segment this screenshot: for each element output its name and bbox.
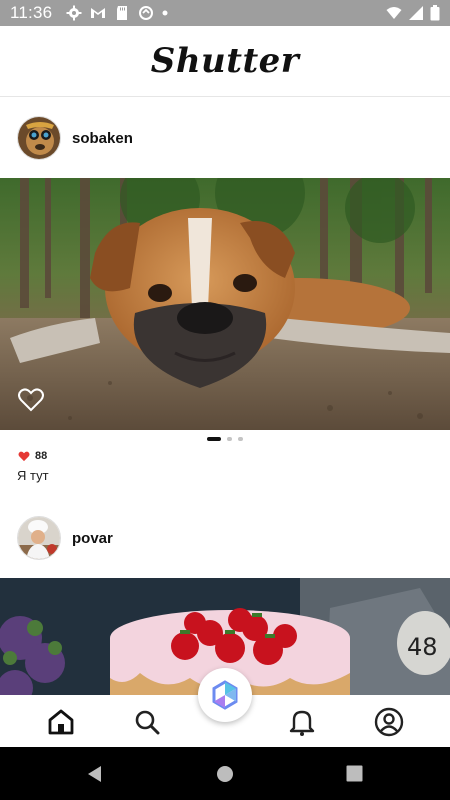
settings-icon (66, 5, 82, 21)
recents-icon[interactable] (346, 765, 363, 782)
post-header[interactable]: sobaken (0, 98, 450, 178)
post: povar 48 (0, 498, 450, 695)
heart-outline-icon[interactable] (18, 388, 44, 412)
post: sobaken 88 Я тут (0, 98, 450, 486)
avatar[interactable] (17, 116, 61, 160)
system-nav-bar (0, 747, 450, 800)
sd-card-icon (117, 6, 128, 20)
create-icon (212, 680, 238, 710)
carousel-dot[interactable] (227, 437, 232, 441)
nav-profile[interactable] (374, 707, 404, 737)
status-icons-right (386, 5, 440, 21)
status-icons-left (66, 5, 168, 21)
carousel-dot[interactable] (238, 437, 243, 441)
carousel-dots (0, 430, 450, 448)
search-icon (135, 710, 160, 735)
home-icon (48, 709, 74, 735)
signal-icon (409, 6, 423, 20)
post-username[interactable]: sobaken (72, 130, 133, 147)
boxer-dog-photo (0, 178, 450, 430)
notification-dot-icon (162, 10, 168, 16)
sync-icon (139, 6, 154, 20)
status-time: 11:36 (10, 3, 53, 22)
create-button[interactable] (198, 668, 252, 722)
carousel-dot[interactable] (207, 437, 221, 441)
status-bar: 11:36 (0, 0, 450, 26)
heart-filled-icon[interactable] (18, 451, 30, 462)
post-header[interactable]: povar (0, 498, 450, 578)
avatar-dog-image (18, 117, 60, 159)
nav-search[interactable] (132, 707, 162, 737)
nav-home[interactable] (46, 707, 76, 737)
nav-notifications[interactable] (287, 707, 317, 737)
post-image[interactable] (0, 178, 450, 430)
svg-text:48: 48 (407, 633, 438, 661)
battery-icon (430, 5, 440, 21)
gmail-icon (91, 8, 106, 18)
feed[interactable]: sobaken 88 Я тут povar 48 (0, 98, 450, 695)
back-icon[interactable] (86, 765, 104, 783)
home-system-icon[interactable] (216, 765, 234, 783)
app-title: Shutter (150, 41, 300, 81)
post-caption: Я тут (17, 468, 49, 483)
likes-count: 88 (35, 450, 48, 462)
likes-row: 88 (0, 448, 450, 464)
wifi-icon (386, 7, 402, 19)
post-username[interactable]: povar (72, 530, 113, 547)
bell-icon (289, 710, 315, 736)
screen: 11:36 Shutter sobaken 88 Я тут povar 48 (0, 0, 450, 800)
avatar[interactable] (17, 516, 61, 560)
profile-icon (374, 707, 404, 737)
app-header: Shutter (0, 26, 450, 97)
avatar-chef-image (18, 517, 60, 559)
